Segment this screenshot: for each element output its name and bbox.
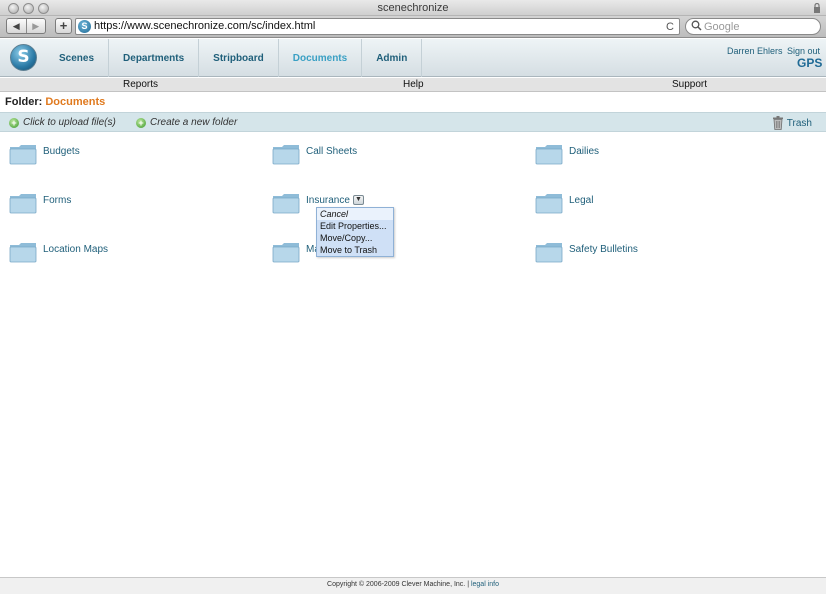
trash-label: Trash xyxy=(786,117,812,129)
folder-item[interactable]: Location Maps xyxy=(9,241,108,263)
current-folder: Documents xyxy=(45,96,106,108)
folder-name[interactable]: Location Maps xyxy=(43,241,108,255)
search-icon xyxy=(691,20,702,31)
user-name[interactable]: Darren Ehlers xyxy=(727,46,783,56)
app-logo-icon[interactable]: S xyxy=(10,44,37,71)
folder-name[interactable]: Forms xyxy=(43,192,71,206)
folder-item[interactable]: Call Sheets xyxy=(272,143,357,165)
add-bookmark-button[interactable]: + xyxy=(55,18,72,34)
folder-item[interactable]: Safety Bulletins xyxy=(535,241,638,263)
folder-icon xyxy=(535,145,563,165)
app-header: S Scenes Departments Stripboard Document… xyxy=(0,39,826,77)
folder-icon xyxy=(272,194,300,214)
help-link[interactable]: Help xyxy=(403,79,424,90)
action-bar: + Click to upload file(s) + Create a new… xyxy=(0,112,826,132)
site-favicon-icon: S xyxy=(78,20,91,33)
window-title: scenechronize xyxy=(377,2,449,14)
folder-name[interactable]: Safety Bulletins xyxy=(569,241,638,255)
folder-icon xyxy=(272,243,300,263)
back-forward-buttons: ◀ ▶ xyxy=(6,18,46,34)
folder-icon xyxy=(272,145,300,165)
trash-button[interactable]: Trash xyxy=(772,116,812,130)
folder-icon xyxy=(9,145,37,165)
folder-breadcrumb: Folder: Documents xyxy=(5,96,105,108)
copyright-text: Copyright © 2006-2009 Clever Machine, In… xyxy=(327,581,471,588)
legal-info-link[interactable]: legal info xyxy=(471,581,499,588)
sub-nav: Reports Help Support xyxy=(0,78,826,92)
create-folder-label: Create a new folder xyxy=(150,117,238,128)
menu-item-cancel[interactable]: Cancel xyxy=(317,208,393,220)
add-circle-icon: + xyxy=(136,117,146,128)
forward-button[interactable]: ▶ xyxy=(25,19,46,33)
back-button[interactable]: ◀ xyxy=(7,19,26,33)
main-nav: Scenes Departments Stripboard Documents … xyxy=(45,39,423,77)
folder-item[interactable]: Forms xyxy=(9,192,71,214)
support-link[interactable]: Support xyxy=(672,79,707,90)
tab-scenes[interactable]: Scenes xyxy=(45,39,110,77)
folder-item[interactable]: Budgets xyxy=(9,143,80,165)
sign-out-link[interactable]: Sign out xyxy=(787,46,820,56)
search-input[interactable] xyxy=(704,20,814,33)
page-footer: Copyright © 2006-2009 Clever Machine, In… xyxy=(0,577,826,594)
folder-item[interactable]: Legal xyxy=(535,192,593,214)
folder-name[interactable]: Legal xyxy=(569,192,593,206)
folder-item[interactable]: Ma xyxy=(272,241,320,263)
add-circle-icon: + xyxy=(9,117,19,128)
reports-link[interactable]: Reports xyxy=(123,79,158,90)
upload-files-button[interactable]: + Click to upload file(s) xyxy=(9,117,116,128)
folder-name[interactable]: Insurance xyxy=(306,192,350,206)
tab-documents[interactable]: Documents xyxy=(279,39,363,77)
create-folder-button[interactable]: + Create a new folder xyxy=(136,117,237,128)
browser-toolbar: ◀ ▶ + S https://www.scenechronize.com/sc… xyxy=(0,16,826,38)
folder-icon xyxy=(535,243,563,263)
project-name[interactable]: GPS xyxy=(797,56,822,70)
search-bar[interactable] xyxy=(685,18,821,35)
address-bar[interactable]: S https://www.scenechronize.com/sc/index… xyxy=(75,18,680,35)
lock-icon xyxy=(814,3,820,13)
tab-departments[interactable]: Departments xyxy=(109,39,200,77)
folder-name[interactable]: Budgets xyxy=(43,143,80,157)
folder-item[interactable]: Dailies xyxy=(535,143,599,165)
folder-label: Folder: xyxy=(5,96,43,108)
folder-icon xyxy=(535,194,563,214)
folder-menu-toggle[interactable]: ▼ xyxy=(352,195,364,205)
folder-name[interactable]: Dailies xyxy=(569,143,599,157)
tab-admin[interactable]: Admin xyxy=(362,39,423,77)
menu-item-move-to-trash[interactable]: Move to Trash xyxy=(317,244,393,256)
folder-name[interactable]: Call Sheets xyxy=(306,143,357,157)
folder-context-menu: Cancel Edit Properties... Move/Copy... M… xyxy=(316,207,394,257)
trash-icon xyxy=(772,116,783,130)
window-titlebar: scenechronize xyxy=(0,0,826,16)
tab-stripboard[interactable]: Stripboard xyxy=(199,39,279,77)
reload-icon[interactable]: C xyxy=(666,21,674,33)
menu-item-edit-properties[interactable]: Edit Properties... xyxy=(317,220,393,232)
upload-files-label: Click to upload file(s) xyxy=(23,117,116,128)
menu-item-move-copy[interactable]: Move/Copy... xyxy=(317,232,393,244)
folder-icon xyxy=(9,194,37,214)
url-text[interactable]: https://www.scenechronize.com/sc/index.h… xyxy=(94,20,315,32)
folder-icon xyxy=(9,243,37,263)
